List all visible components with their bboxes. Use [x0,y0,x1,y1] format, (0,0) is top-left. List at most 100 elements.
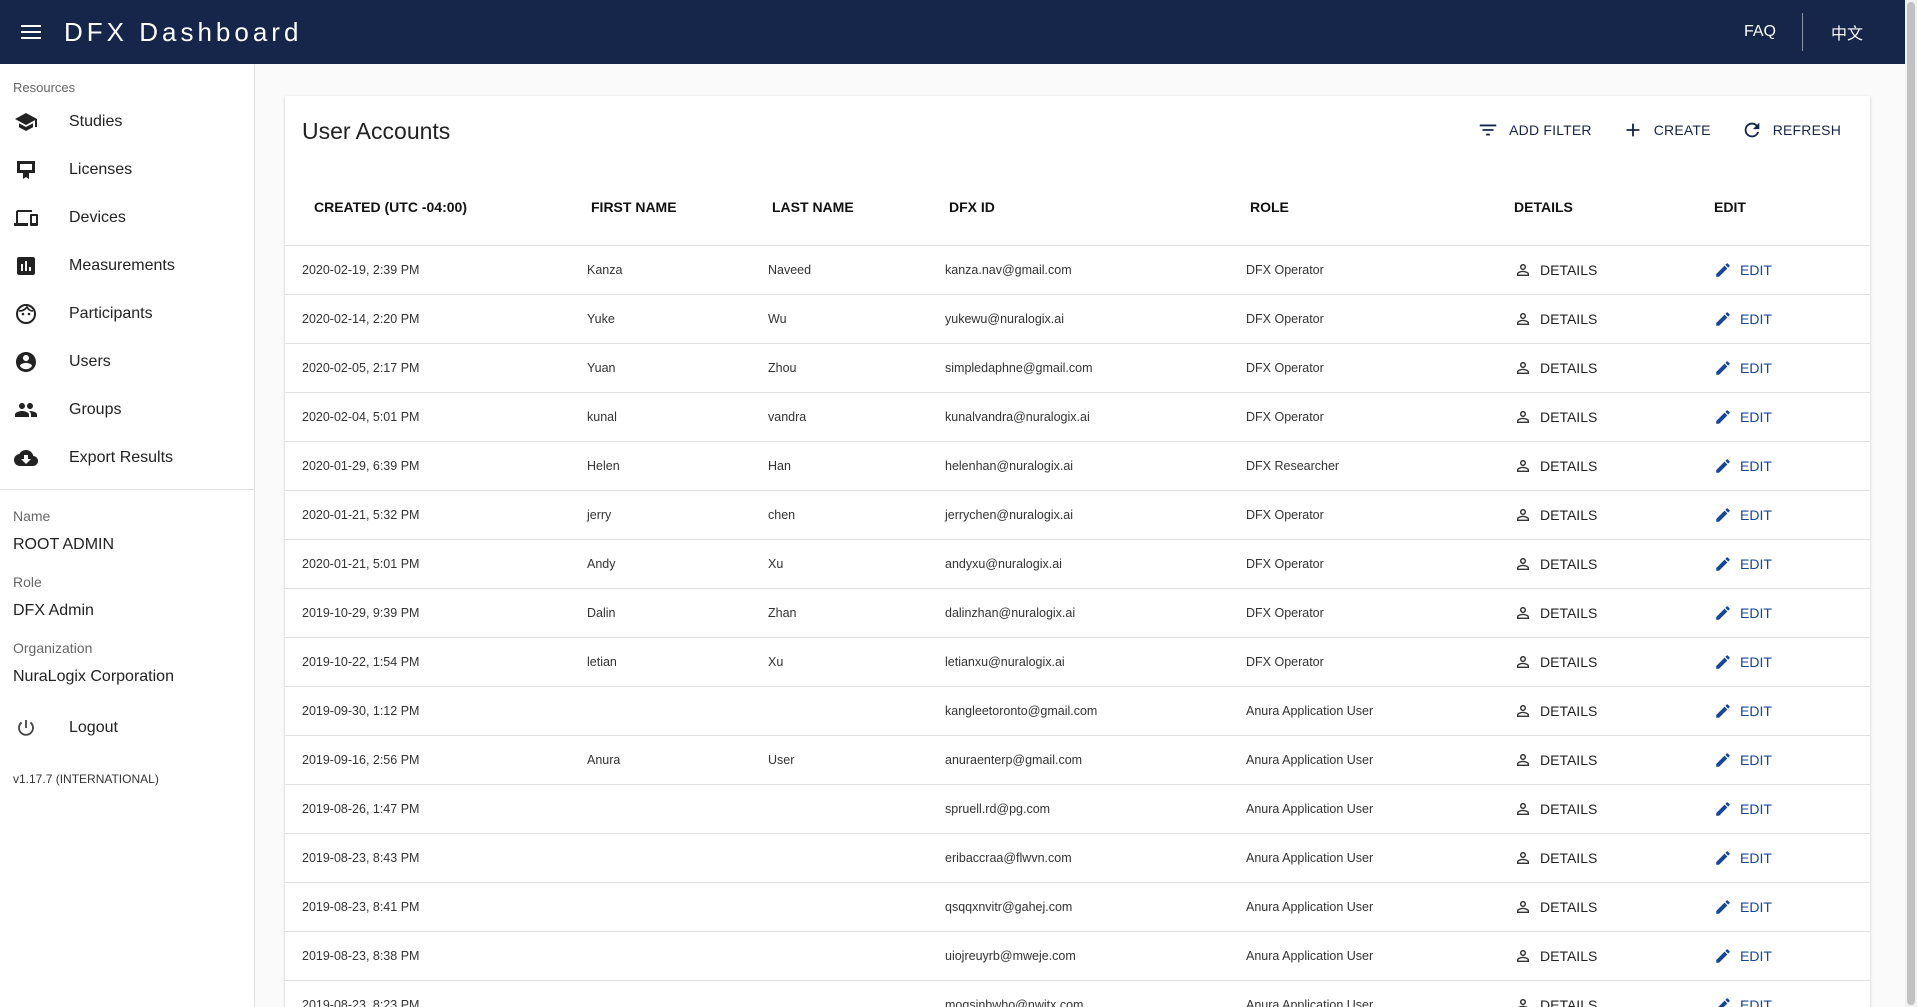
cell-edit: EDIT [1706,735,1870,785]
edit-button[interactable]: EDIT [1710,306,1776,332]
table-row[interactable]: 2020-01-21, 5:32 PM jerry chen jerrychen@nu… [285,490,1870,540]
table-row[interactable]: 2020-02-05, 2:17 PM Yuan Zhou simpledaphne@… [285,343,1870,393]
version-text: v1.17.7 (INTERNATIONAL) [13,772,159,786]
user-accounts-table: CREATED (UTC -04:00) FIRST NAME LAST NAM… [285,170,1870,1007]
cell-created: 2019-08-23, 8:41 PM [285,882,587,932]
cell-role: Anura Application User [1246,980,1506,1007]
cell-first-name [587,686,768,736]
column-header-last-name[interactable]: LAST NAME [768,170,945,246]
edit-button[interactable]: EDIT [1710,502,1776,528]
person-icon [1517,949,1529,962]
details-button[interactable]: DETAILS [1510,551,1601,577]
edit-button[interactable]: EDIT [1710,698,1776,724]
sidebar-item-export-results[interactable]: Export Results [0,434,254,482]
sidebar-item-licenses[interactable]: Licenses [0,146,254,194]
cell-role: Anura Application User [1246,784,1506,834]
create-button[interactable]: CREATE [1607,112,1726,148]
add-filter-button[interactable]: ADD FILTER [1462,112,1607,148]
details-button[interactable]: DETAILS [1510,845,1601,871]
refresh-button[interactable]: REFRESH [1726,112,1856,148]
details-button[interactable]: DETAILS [1510,355,1601,381]
edit-button[interactable]: EDIT [1710,649,1776,675]
details-button[interactable]: DETAILS [1510,747,1601,773]
person-icon [1517,802,1529,815]
edit-label: EDIT [1740,506,1772,523]
edit-label: EDIT [1740,898,1772,915]
edit-button[interactable]: EDIT [1710,551,1776,577]
edit-button[interactable]: EDIT [1710,894,1776,920]
table-row[interactable]: 2019-10-29, 9:39 PM Dalin Zhan dalinzhan@nu… [285,588,1870,638]
details-button[interactable]: DETAILS [1510,796,1601,822]
sidebar-item-studies[interactable]: Studies [0,98,254,146]
table-row[interactable]: 2019-08-23, 8:38 PM uiojreuyrb@mweje.com A… [285,931,1870,981]
edit-button[interactable]: EDIT [1710,943,1776,969]
details-button[interactable]: DETAILS [1510,502,1601,528]
menu-icon[interactable] [16,17,46,47]
column-header-role[interactable]: ROLE [1246,170,1506,246]
column-header-first-name[interactable]: FIRST NAME [587,170,768,246]
table-row[interactable]: 2020-02-19, 2:39 PM Kanza Naveed kanza.nav@… [285,245,1870,295]
cell-role: Anura Application User [1246,833,1506,883]
faq-button[interactable]: FAQ [1718,0,1802,64]
logout-button[interactable]: Logout [0,704,254,752]
table-row[interactable]: 2020-02-14, 2:20 PM Yuke Wu yukewu@nuralogi… [285,294,1870,344]
details-button[interactable]: DETAILS [1510,943,1601,969]
app-title: DFX Dashboard [64,16,303,47]
person-icon [1517,459,1529,472]
language-button[interactable]: 中文 [1803,0,1905,64]
details-button[interactable]: DETAILS [1510,649,1601,675]
edit-button[interactable]: EDIT [1710,992,1776,1007]
details-label: DETAILS [1540,408,1598,425]
cell-edit: EDIT [1706,931,1870,981]
cell-first-name [587,980,768,1007]
table-row[interactable]: 2019-09-30, 1:12 PM kangleetoronto@gmail.… [285,686,1870,736]
table-row[interactable]: 2019-10-22, 1:54 PM letian Xu letianxu@nura… [285,637,1870,687]
table-row[interactable]: 2019-08-23, 8:41 PM qsqqxnvitr@gahej.com A… [285,882,1870,932]
details-button[interactable]: DETAILS [1510,453,1601,479]
details-button[interactable]: DETAILS [1510,992,1601,1007]
cell-created: 2019-10-22, 1:54 PM [285,637,587,687]
edit-button[interactable]: EDIT [1710,796,1776,822]
sidebar-item-groups[interactable]: Groups [0,386,254,434]
table-row[interactable]: 2019-08-26, 1:47 PM spruell.rd@pg.com Anur… [285,784,1870,834]
table-row[interactable]: 2020-02-04, 5:01 PM kunal vandra kunalvandr… [285,392,1870,442]
pencil-icon [1716,752,1730,767]
column-header-dfx-id[interactable]: DFX ID [945,170,1246,246]
details-button[interactable]: DETAILS [1510,600,1601,626]
sidebar-item-users[interactable]: Users [0,338,254,386]
column-header-created[interactable]: CREATED (UTC -04:00) [285,170,587,246]
edit-button[interactable]: EDIT [1710,845,1776,871]
edit-button[interactable]: EDIT [1710,453,1776,479]
page-title: User Accounts [302,118,451,144]
sidebar-item-participants[interactable]: Participants [0,290,254,338]
sidebar-item-label: Users [69,353,111,370]
scrollbar-thumb[interactable] [1907,2,1915,1005]
page-scrollbar[interactable] [1905,0,1917,1007]
sidebar-item-devices[interactable]: Devices [0,194,254,242]
table-row[interactable]: 2020-01-21, 5:01 PM Andy Xu andyxu@nuralogi… [285,539,1870,589]
edit-button[interactable]: EDIT [1710,355,1776,381]
details-button[interactable]: DETAILS [1510,257,1601,283]
details-button[interactable]: DETAILS [1510,404,1601,430]
details-label: DETAILS [1540,898,1598,915]
cell-last-name [768,882,945,932]
person-icon [1517,998,1529,1007]
table-row[interactable]: 2019-09-16, 2:56 PM Anura User anuraenterp@… [285,735,1870,785]
details-button[interactable]: DETAILS [1510,698,1601,724]
cell-edit: EDIT [1706,441,1870,491]
edit-button[interactable]: EDIT [1710,600,1776,626]
pencil-icon [1716,311,1730,326]
sidebar-item-measurements[interactable]: Measurements [0,242,254,290]
edit-button[interactable]: EDIT [1710,404,1776,430]
sidebar-item-label: Export Results [69,449,174,466]
role-value: DFX Admin [13,602,94,619]
details-button[interactable]: DETAILS [1510,306,1601,332]
table-row[interactable]: 2019-08-23, 8:23 PM moqsinbwho@nwjtx.com A… [285,980,1870,1007]
edit-button[interactable]: EDIT [1710,257,1776,283]
details-button[interactable]: DETAILS [1510,894,1601,920]
pencil-icon [1716,409,1730,424]
cell-role: DFX Operator [1246,392,1506,442]
table-row[interactable]: 2020-01-29, 6:39 PM Helen Han helenhan@nura… [285,441,1870,491]
table-row[interactable]: 2019-08-23, 8:43 PM eribaccraa@flwvn.com A… [285,833,1870,883]
edit-button[interactable]: EDIT [1710,747,1776,773]
